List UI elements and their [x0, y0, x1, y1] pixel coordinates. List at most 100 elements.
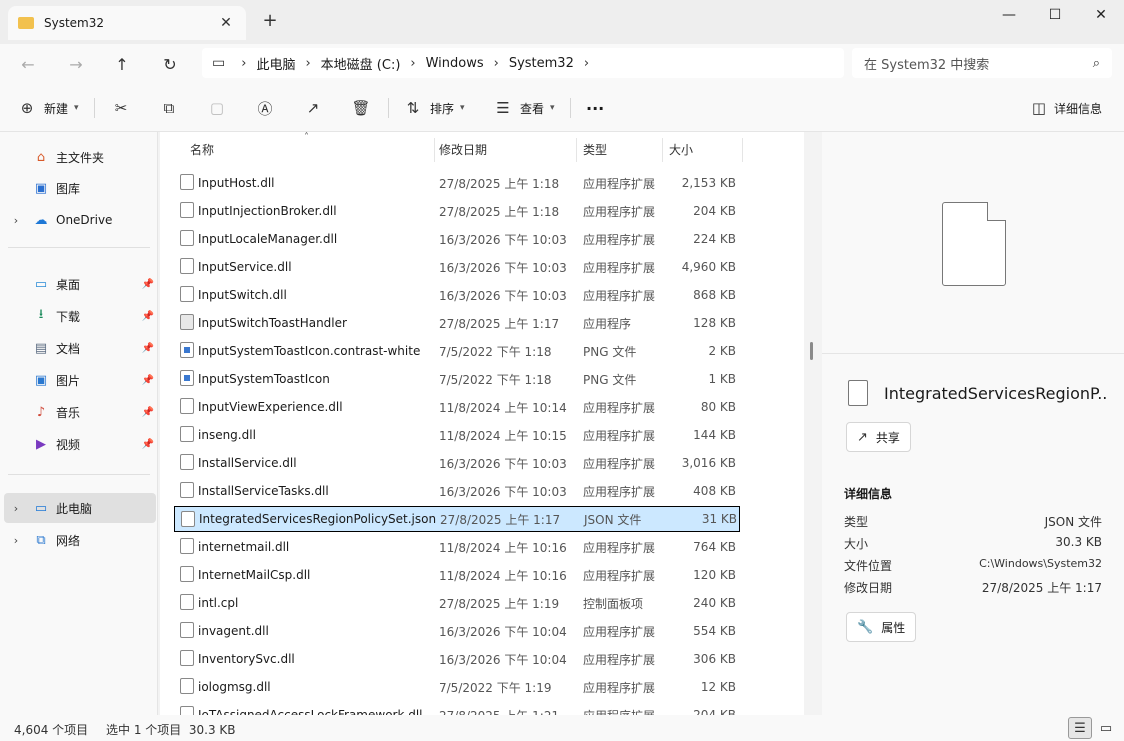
share-icon: ↗ [306, 99, 320, 117]
file-size: 868 KB [693, 288, 736, 302]
close-tab-icon[interactable]: ✕ [216, 15, 236, 31]
paste-button[interactable]: ▢ [206, 94, 228, 122]
file-name: iologmsg.dll [198, 680, 271, 694]
chevron-right-icon[interactable]: › [4, 502, 28, 515]
file-row[interactable]: InputHost.dll 27/8/2025 上午 1:18 应用程序扩展 2,15… [174, 170, 740, 196]
tab-system32[interactable]: System32 ✕ [8, 6, 246, 40]
file-date: 27/8/2025 上午 1:19 [439, 596, 560, 611]
sort-icon: ⇅ [406, 99, 420, 117]
sidebar-item-downloads[interactable]: ⭳ 下载 📌 [4, 301, 156, 331]
sidebar-item-label: 桌面 [56, 277, 81, 292]
file-row[interactable]: internetmail.dll 11/8/2024 上午 10:16 应用程序扩展… [174, 534, 740, 560]
breadcrumb-windows[interactable]: Windows [426, 56, 484, 71]
sidebar-item-home[interactable]: ⌂ 主文件夹 [4, 142, 156, 172]
file-row[interactable]: invagent.dll 16/3/2026 下午 10:04 应用程序扩展 554 … [174, 618, 740, 644]
column-divider[interactable] [742, 138, 743, 162]
chevron-right-icon[interactable]: › [584, 56, 589, 71]
cut-button[interactable]: ✂ [110, 94, 132, 122]
file-row[interactable]: InputSystemToastIcon 7/5/2022 下午 1:18 PNG … [174, 366, 740, 392]
file-type: PNG 文件 [583, 372, 637, 387]
file-size: 128 KB [693, 316, 736, 330]
refresh-button[interactable]: ↻ [156, 52, 184, 76]
sort-button[interactable]: ⇅ 排序 ▾ [402, 94, 465, 122]
file-row[interactable]: InternetMailCsp.dll 11/8/2024 上午 10:16 应用程… [174, 562, 740, 588]
file-icon [180, 426, 194, 442]
file-name: InstallService.dll [198, 456, 297, 470]
tiles-view-button[interactable]: ▭ [1094, 717, 1118, 739]
file-row[interactable]: IoTAssignedAccessLockFramework.dll 27/8/2… [174, 702, 740, 715]
up-button[interactable]: ↑ [108, 52, 136, 76]
file-name: InputLocaleManager.dll [198, 232, 338, 246]
home-icon: ⌂ [36, 149, 46, 165]
search-box[interactable]: 在 System32 中搜索 ⌕ [852, 48, 1112, 78]
file-row[interactable]: InputInjectionBroker.dll 27/8/2025 上午 1:1… [174, 198, 740, 224]
search-input[interactable]: 在 System32 中搜索 [864, 54, 1093, 73]
delete-button[interactable]: 🗑 [350, 94, 372, 122]
column-divider[interactable] [434, 138, 435, 162]
sidebar-item-music[interactable]: ♪ 音乐 📌 [4, 397, 156, 427]
file-row[interactable]: iologmsg.dll 7/5/2022 下午 1:19 应用程序扩展 12 KB [174, 674, 740, 700]
prop-value: C:\Windows\System32 [979, 557, 1102, 570]
share-button[interactable]: ↗ [302, 94, 324, 122]
file-row[interactable]: IntegratedServicesRegionPolicySet.json 27… [174, 506, 740, 532]
rename-button[interactable]: Ⓐ [254, 94, 276, 122]
file-row[interactable]: InventorySvc.dll 16/3/2026 下午 10:04 应用程序扩展… [174, 646, 740, 672]
file-row[interactable]: InputService.dll 16/3/2026 下午 10:03 应用程序扩展… [174, 254, 740, 280]
more-button[interactable]: ··· [586, 94, 604, 122]
file-row[interactable]: InstallService.dll 16/3/2026 下午 10:03 应用程序… [174, 450, 740, 476]
sidebar-item-label: 网络 [56, 533, 81, 548]
details-view-button[interactable]: ☰ [1068, 717, 1092, 739]
sidebar-item-network[interactable]: › ⧉ 网络 [4, 525, 156, 555]
new-button[interactable]: ⊕ 新建 ▾ [16, 94, 79, 122]
file-row[interactable]: InputSystemToastIcon.contrast-white 7/5/2… [174, 338, 740, 364]
column-divider[interactable] [576, 138, 577, 162]
file-name: intl.cpl [198, 596, 239, 610]
scrollbar-thumb[interactable] [810, 342, 813, 360]
copy-button[interactable]: ⧉ [158, 94, 180, 122]
back-button[interactable]: ← [14, 52, 42, 76]
file-type: 应用程序扩展 [583, 484, 656, 499]
sidebar-item-onedrive[interactable]: › ☁ OneDrive [4, 205, 156, 235]
sidebar-item-this-pc[interactable]: › ▭ 此电脑 [4, 493, 156, 523]
maximize-button[interactable]: ☐ [1032, 0, 1078, 30]
breadcrumb-this-pc[interactable]: 此电脑 [256, 54, 295, 73]
breadcrumb-local-disk[interactable]: 本地磁盘 (C:) [321, 54, 401, 73]
file-date: 27/8/2025 上午 1:18 [439, 176, 560, 191]
chevron-right-icon[interactable]: › [4, 534, 28, 547]
column-type[interactable]: 类型 [583, 141, 607, 158]
sidebar-item-pictures[interactable]: ▣ 图片 📌 [4, 365, 156, 395]
image-file-icon [180, 370, 194, 386]
properties-button[interactable]: 🔧 属性 [846, 612, 917, 642]
file-row[interactable]: InputViewExperience.dll 11/8/2024 上午 10:1… [174, 394, 740, 420]
column-name[interactable]: 名称 [190, 141, 214, 158]
forward-button[interactable]: → [62, 52, 90, 76]
sidebar-item-desktop[interactable]: ▭ 桌面 📌 [4, 269, 156, 299]
file-type: 应用程序扩展 [583, 456, 656, 471]
details-pane-button[interactable]: ◫ 详细信息 [1028, 94, 1102, 122]
file-row[interactable]: intl.cpl 27/8/2025 上午 1:19 控制面板项 240 KB [174, 590, 740, 616]
file-row[interactable]: InputLocaleManager.dll 16/3/2026 下午 10:03… [174, 226, 740, 252]
column-size[interactable]: 大小 [669, 141, 693, 158]
sidebar-item-videos[interactable]: ▶ 视频 📌 [4, 429, 156, 459]
prop-value: JSON 文件 [1044, 515, 1102, 529]
sidebar-item-gallery[interactable]: ▣ 图库 [4, 173, 156, 203]
breadcrumb-system32[interactable]: System32 [509, 56, 574, 71]
rename-icon: Ⓐ [257, 99, 273, 118]
file-row[interactable]: inseng.dll 11/8/2024 上午 10:15 应用程序扩展 144 KB [174, 422, 740, 448]
column-divider[interactable] [662, 138, 663, 162]
file-row[interactable]: InputSwitch.dll 16/3/2026 下午 10:03 应用程序扩展 8… [174, 282, 740, 308]
address-bar[interactable]: ▭ › 此电脑 › 本地磁盘 (C:) › Windows › System32… [202, 48, 844, 78]
minimize-button[interactable]: — [986, 0, 1032, 30]
view-button[interactable]: ☰ 查看 ▾ [492, 94, 554, 122]
chevron-right-icon[interactable]: › [4, 214, 28, 227]
file-icon [180, 538, 194, 554]
file-size: 306 KB [693, 652, 736, 666]
file-row[interactable]: InputSwitchToastHandler 27/8/2025 上午 1:17… [174, 310, 740, 336]
column-date[interactable]: 修改日期 [439, 141, 487, 158]
sidebar-item-documents[interactable]: ▤ 文档 📌 [4, 333, 156, 363]
share-button[interactable]: ↗ 共享 [846, 422, 911, 452]
navigation-pane: ⌂ 主文件夹 ▣ 图库 › ☁ OneDrive ▭ 桌面 📌 ⭳ 下载 📌 ▤… [0, 132, 158, 715]
close-window-button[interactable]: ✕ [1078, 0, 1124, 30]
new-tab-button[interactable]: + [258, 10, 282, 31]
file-row[interactable]: InstallServiceTasks.dll 16/3/2026 下午 10:0… [174, 478, 740, 504]
